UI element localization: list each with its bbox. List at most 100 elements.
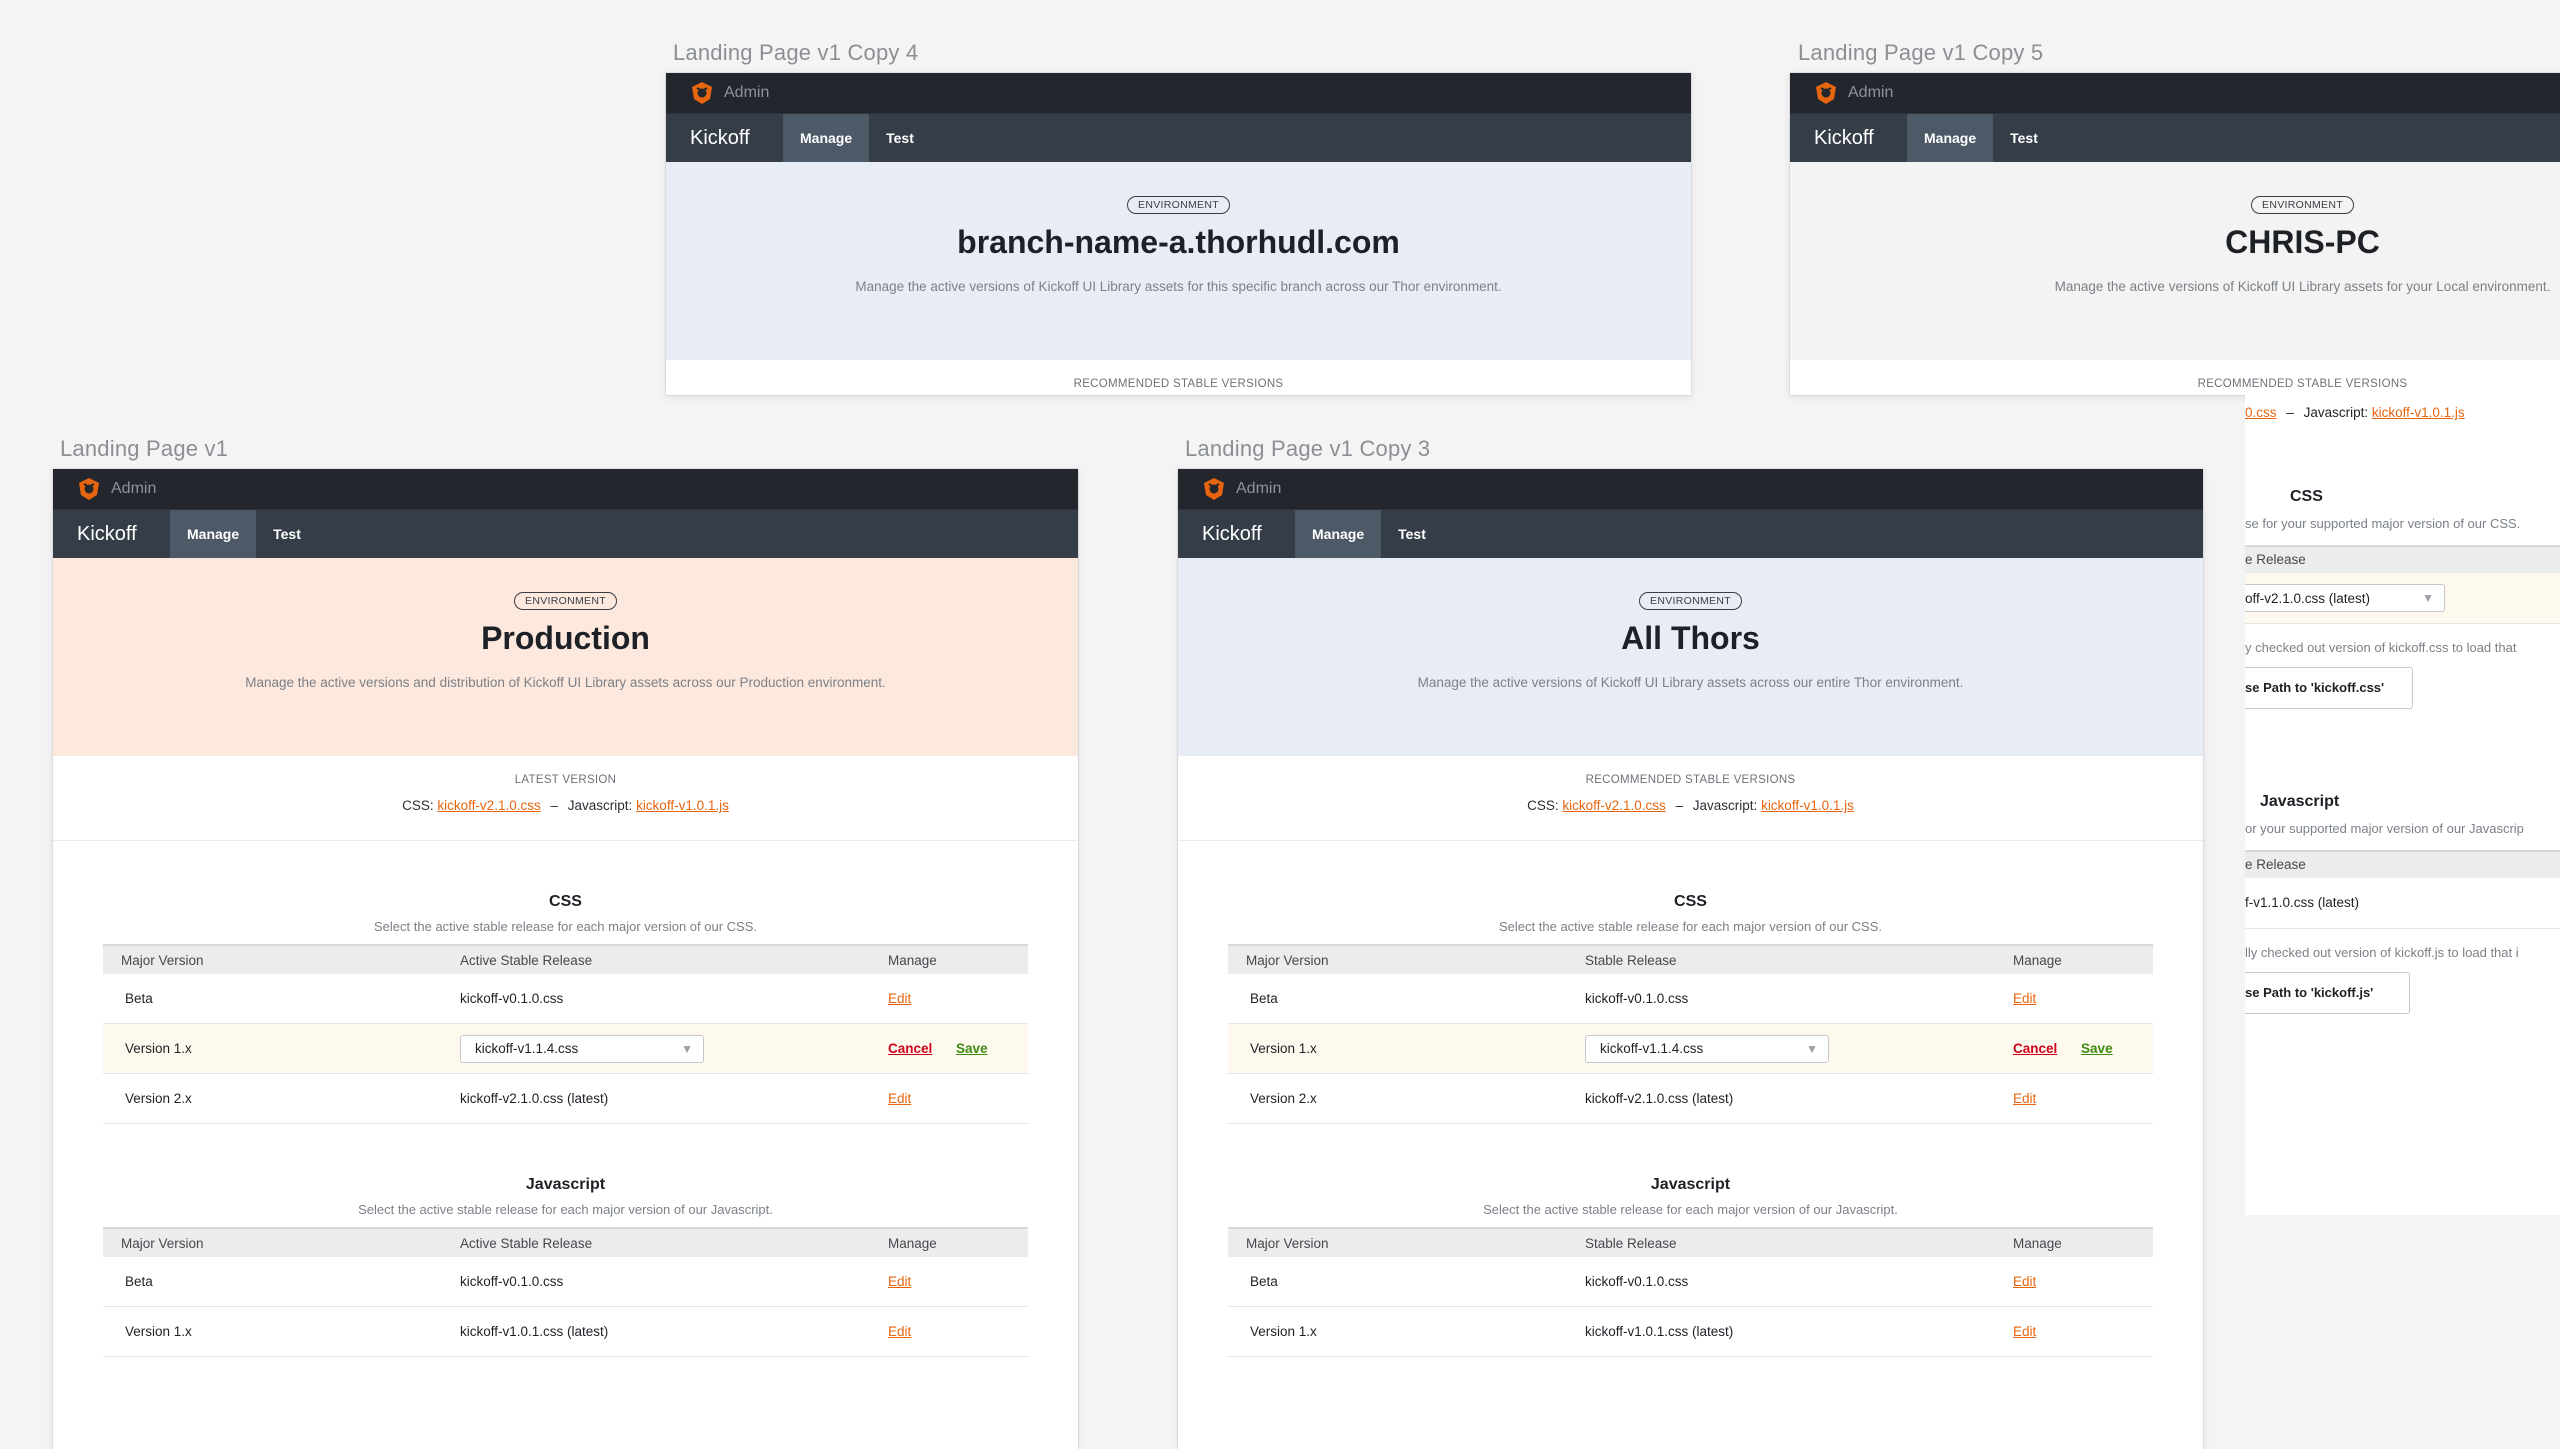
page-title: CHRIS-PC xyxy=(2225,224,2380,260)
use-css-path-button[interactable]: se Path to 'kickoff.css' xyxy=(2245,667,2414,709)
page-description: Manage the active versions of Kickoff UI… xyxy=(855,279,1502,294)
edit-link[interactable]: Edit xyxy=(888,1274,911,1289)
js-section-title: Javascript xyxy=(1650,1176,1731,1193)
save-link[interactable]: Save xyxy=(2081,1041,2113,1056)
artboard-copy5-lower: 0.css – Javascript: kickoff-v1.0.1.js CS… xyxy=(2245,395,2560,1215)
table-row: f-v1.1.0.css (latest) xyxy=(2245,878,2560,929)
environment-badge: ENVIRONMENT xyxy=(1127,196,1230,214)
version-cell: Version 2.x xyxy=(1228,1073,1585,1124)
environment-badge: ENVIRONMENT xyxy=(1639,592,1742,610)
kickoff-logo-icon[interactable] xyxy=(1202,477,1226,501)
page-description: Manage the active versions of Kickoff UI… xyxy=(2054,279,2551,294)
brand-link[interactable]: Kickoff xyxy=(666,114,783,162)
release-select[interactable]: kickoff-v1.1.4.css ▼ xyxy=(1585,1034,1829,1063)
separator: – xyxy=(2286,405,2294,420)
column-release: Stable Release xyxy=(1585,1227,2013,1257)
manage-cell: Edit xyxy=(2013,1073,2153,1124)
release-select[interactable]: kickoff-v1.1.4.css ▼ xyxy=(460,1034,704,1063)
css-version-link[interactable]: kickoff-v2.1.0.css xyxy=(437,798,540,813)
tab-manage[interactable]: Manage xyxy=(1907,114,1994,162)
artboard-label-v1[interactable]: Landing Page v1 xyxy=(60,436,228,462)
main-navbar: Kickoff Manage Test xyxy=(666,113,1691,162)
version-cell: Version 1.x xyxy=(1228,1023,1585,1074)
admin-topbar: Admin xyxy=(1178,469,2203,509)
cancel-link[interactable]: Cancel xyxy=(2013,1041,2057,1056)
js-version-link[interactable]: kickoff-v1.0.1.js xyxy=(636,798,729,813)
page-title: branch-name-a.thorhudl.com xyxy=(957,224,1400,260)
save-link[interactable]: Save xyxy=(956,1041,988,1056)
css-version-link[interactable]: kickoff-v2.1.0.css xyxy=(1562,798,1665,813)
tab-manage[interactable]: Manage xyxy=(170,510,257,558)
version-cell: Version 2.x xyxy=(103,1073,460,1124)
admin-label: Admin xyxy=(1236,480,1282,497)
edit-link[interactable]: Edit xyxy=(2013,1324,2036,1339)
kickoff-logo-icon[interactable] xyxy=(690,81,714,105)
environment-badge: ENVIRONMENT xyxy=(514,592,617,610)
column-major-version: Major Version xyxy=(103,944,460,974)
column-manage: Manage xyxy=(888,944,1028,974)
js-label: Javascript: xyxy=(2303,405,2369,420)
css-section-description: Select the active stable release for eac… xyxy=(1499,919,1882,934)
brand-link[interactable]: Kickoff xyxy=(1790,114,1907,162)
admin-label: Admin xyxy=(111,480,157,497)
artboard-label-copy5[interactable]: Landing Page v1 Copy 5 xyxy=(1798,40,2043,66)
versions-title: RECOMMENDED STABLE VERSIONS xyxy=(2197,378,2408,390)
version-cell: Version 1.x xyxy=(103,1306,460,1357)
admin-label: Admin xyxy=(724,84,770,101)
kickoff-logo-icon[interactable] xyxy=(1814,81,1838,105)
edit-link[interactable]: Edit xyxy=(2013,1274,2036,1289)
edit-link[interactable]: Edit xyxy=(888,1324,911,1339)
css-section-title: CSS xyxy=(1674,893,1707,910)
js-section-description: Select the active stable release for eac… xyxy=(358,1202,773,1217)
use-js-path-button[interactable]: se Path to 'kickoff.js' xyxy=(2245,972,2411,1014)
css-label: CSS: xyxy=(402,798,434,813)
manage-cell: Edit xyxy=(2013,1257,2153,1307)
artboard-label-copy3[interactable]: Landing Page v1 Copy 3 xyxy=(1185,436,1430,462)
tab-test[interactable]: Test xyxy=(1381,510,1443,558)
table-row: Version 1.x kickoff-v1.1.4.css ▼ Cancel … xyxy=(103,1023,1028,1074)
css-section-title: CSS xyxy=(2290,488,2323,505)
release-cell: kickoff-v0.1.0.css xyxy=(460,1257,888,1307)
separator: – xyxy=(550,798,558,813)
css-section-description: Select the active stable release for eac… xyxy=(374,919,757,934)
css-section: CSS Select the active stable release for… xyxy=(1178,893,2203,1124)
edit-link[interactable]: Edit xyxy=(2013,991,2036,1006)
admin-topbar: Admin xyxy=(1790,73,2560,113)
js-version-link[interactable]: kickoff-v1.0.1.js xyxy=(2372,405,2465,420)
cancel-link[interactable]: Cancel xyxy=(888,1041,932,1056)
release-cell: kickoff-v1.1.4.css ▼ xyxy=(1585,1023,2013,1074)
edit-link[interactable]: Edit xyxy=(2013,1091,2036,1106)
edit-link[interactable]: Edit xyxy=(888,991,911,1006)
brand-link[interactable]: Kickoff xyxy=(1178,510,1295,558)
css-section-title: CSS xyxy=(549,893,582,910)
tab-test[interactable]: Test xyxy=(1993,114,2055,162)
chevron-down-icon: ▼ xyxy=(681,1041,693,1056)
css-version-link[interactable]: 0.css xyxy=(2245,405,2277,420)
chevron-down-icon: ▼ xyxy=(2422,591,2434,605)
admin-label: Admin xyxy=(1848,84,1894,101)
artboard-label-copy4[interactable]: Landing Page v1 Copy 4 xyxy=(673,40,918,66)
css-versions-table: Major Version Active Stable Release Mana… xyxy=(103,944,1028,1124)
release-select[interactable]: off-v2.1.0.css (latest) ▼ xyxy=(2245,584,2445,612)
js-versions-table: Major Version Stable Release Manage Beta… xyxy=(1228,1227,2153,1357)
version-cell: Beta xyxy=(103,974,460,1024)
artboard-copy3: Admin Kickoff Manage Test ENVIRONMENT Al… xyxy=(1178,469,2203,1449)
table-row: Version 2.x kickoff-v2.1.0.css (latest) … xyxy=(1228,1073,2153,1124)
edit-link[interactable]: Edit xyxy=(888,1091,911,1106)
release-cell: kickoff-v0.1.0.css xyxy=(1585,1257,2013,1307)
js-label: Javascript: xyxy=(567,798,633,813)
brand-link[interactable]: Kickoff xyxy=(53,510,170,558)
version-cell: Beta xyxy=(1228,974,1585,1024)
table-row: off-v2.1.0.css (latest) ▼ xyxy=(2245,573,2560,624)
css-local-note: y checked out version of kickoff.css to … xyxy=(2245,640,2517,655)
column-manage: Manage xyxy=(2013,1227,2153,1257)
js-version-link[interactable]: kickoff-v1.0.1.js xyxy=(1761,798,1854,813)
tab-manage[interactable]: Manage xyxy=(783,114,870,162)
page-description: Manage the active versions and distribut… xyxy=(245,675,886,690)
kickoff-logo-icon[interactable] xyxy=(77,477,101,501)
tab-test[interactable]: Test xyxy=(869,114,931,162)
tab-manage[interactable]: Manage xyxy=(1295,510,1382,558)
js-local-note: lly checked out version of kickoff.js to… xyxy=(2245,945,2519,960)
tab-test[interactable]: Test xyxy=(256,510,318,558)
versions-line: CSS: kickoff-v2.1.0.css – Javascript: ki… xyxy=(53,798,1078,813)
